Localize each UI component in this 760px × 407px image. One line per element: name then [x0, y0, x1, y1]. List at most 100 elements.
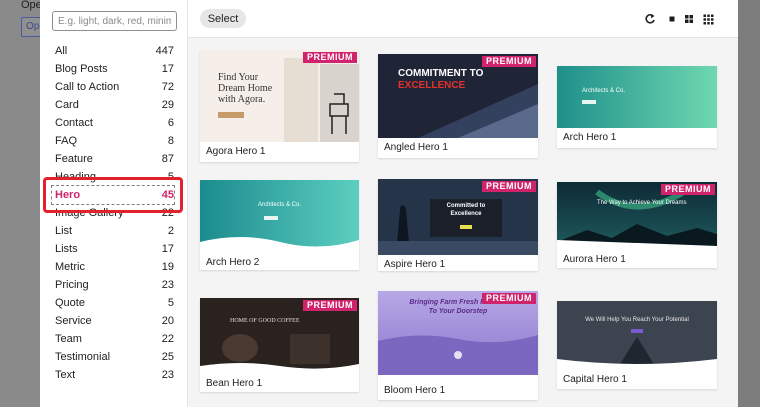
- category-label: Hero: [55, 189, 81, 201]
- card-title: Arch Hero 1: [563, 132, 617, 143]
- category-label: Testimonial: [55, 351, 111, 363]
- agora-photo-panel: [284, 58, 318, 142]
- aspire-hero-thumbnail: Committed to Excellence PREMIUM: [378, 179, 538, 255]
- category-count: 20: [161, 315, 174, 327]
- category-feature[interactable]: Feature 87: [46, 150, 180, 168]
- category-count: 22: [161, 333, 174, 345]
- arch-2-cta-shape: [264, 216, 278, 220]
- pattern-card-aspire-hero-1[interactable]: Committed to Excellence PREMIUM Aspire H…: [378, 179, 538, 271]
- category-label: Image Gallery: [55, 207, 124, 219]
- search-input[interactable]: [52, 11, 177, 31]
- bloom-headline-2: To Your Doorstep: [428, 308, 488, 315]
- category-count: 25: [161, 351, 174, 363]
- arch-2-wave-shape: [200, 237, 359, 252]
- category-label: Contact: [55, 117, 93, 129]
- category-count: 17: [161, 243, 174, 255]
- agora-hero-thumbnail: Find Your Dream Home with Agora. PREMIUM: [200, 50, 359, 142]
- category-card[interactable]: Card 29: [46, 96, 180, 114]
- aspire-cta-shape: [460, 225, 472, 229]
- premium-badge: PREMIUM: [482, 56, 536, 67]
- pattern-card-bloom-hero-1[interactable]: Bringing Farm Fresh Flowers To Your Door…: [378, 291, 538, 400]
- category-service[interactable]: Service 20: [46, 312, 180, 330]
- category-list: All 447 Blog Posts 17 Call to Action 72 Car…: [46, 42, 180, 384]
- category-count: 447: [155, 45, 174, 57]
- agora-headline-line3: with Agora.: [218, 94, 266, 105]
- category-blog-posts[interactable]: Blog Posts 17: [46, 60, 180, 78]
- category-count: 2: [167, 225, 174, 237]
- category-count: 5: [167, 297, 174, 309]
- category-call-to-action[interactable]: Call to Action 72: [46, 78, 180, 96]
- angled-hero-thumbnail: COMMITMENT TO EXCELLENCE PREMIUM: [378, 54, 538, 138]
- aspire-text-box: Committed to Excellence: [430, 199, 502, 237]
- category-count: 8: [167, 135, 174, 147]
- background-button[interactable]: Op: [21, 17, 41, 37]
- category-count: 19: [161, 261, 174, 273]
- card-title: Capital Hero 1: [563, 374, 627, 385]
- card-title: Arch Hero 2: [206, 257, 260, 268]
- card-title: Angled Hero 1: [384, 142, 448, 153]
- aspire-headline-2: Excellence: [450, 211, 482, 217]
- select-button[interactable]: Select: [200, 9, 246, 28]
- agora-headline: Find Your Dream Home with Agora.: [218, 72, 272, 105]
- category-metric[interactable]: Metric 19: [46, 258, 180, 276]
- category-sidebar: All 447 Blog Posts 17 Call to Action 72 Car…: [40, 0, 188, 407]
- premium-badge: PREMIUM: [482, 181, 536, 192]
- aspire-headline-1: Committed to: [446, 203, 486, 209]
- category-all[interactable]: All 447: [46, 42, 180, 60]
- category-count: 22: [161, 207, 174, 219]
- category-lists[interactable]: Lists 17: [46, 240, 180, 258]
- pattern-card-angled-hero-1[interactable]: COMMITMENT TO EXCELLENCE PREMIUM Angled …: [378, 54, 538, 158]
- premium-badge: PREMIUM: [661, 184, 715, 195]
- category-label: List: [55, 225, 73, 237]
- category-list[interactable]: List 2: [46, 222, 180, 240]
- category-text[interactable]: Text 23: [46, 366, 180, 384]
- card-title: Agora Hero 1: [206, 146, 266, 157]
- card-title: Bloom Hero 1: [384, 385, 446, 396]
- pattern-card-aurora-hero-1[interactable]: The Way to Achieve Your Dreams PREMIUM A…: [557, 182, 717, 268]
- category-quote[interactable]: Quote 5: [46, 294, 180, 312]
- grid-small-icon[interactable]: [665, 12, 679, 26]
- card-title: Aspire Hero 1: [384, 259, 446, 270]
- category-label: Card: [55, 99, 79, 111]
- category-count: 72: [161, 81, 174, 93]
- arch-2-hero-thumbnail: Architects & Co.: [200, 180, 359, 252]
- bean-headline: HOME OF GOOD COFFEE: [230, 318, 300, 324]
- grid-large-icon[interactable]: [701, 12, 715, 26]
- category-pricing[interactable]: Pricing 23: [46, 276, 180, 294]
- category-label: Feature: [55, 153, 93, 165]
- arch-2-headline: Architects & Co.: [258, 202, 302, 208]
- pattern-card-bean-hero-1[interactable]: HOME OF GOOD COFFEE PREMIUM Bean Hero 1: [200, 298, 359, 392]
- pattern-card-arch-hero-2[interactable]: Architects & Co. Arch Hero 2: [200, 180, 359, 270]
- angled-headline-1: COMMITMENT TO: [398, 68, 484, 79]
- grid-medium-icon[interactable]: [682, 12, 696, 26]
- aurora-wave-shape: [557, 240, 717, 248]
- category-faq[interactable]: FAQ 8: [46, 132, 180, 150]
- category-testimonial[interactable]: Testimonial 25: [46, 348, 180, 366]
- arch-hero-thumbnail: Architects & Co.: [557, 66, 717, 128]
- pattern-card-agora-hero-1[interactable]: Find Your Dream Home with Agora. PREMIUM…: [200, 50, 359, 162]
- category-heading[interactable]: Heading 5: [46, 168, 180, 186]
- pattern-card-capital-hero-1[interactable]: We Will Help You Reach Your Potential Ca…: [557, 301, 717, 389]
- agora-cta-shape: [218, 112, 244, 118]
- category-image-gallery[interactable]: Image Gallery 22: [46, 204, 180, 222]
- capital-hero-thumbnail: We Will Help You Reach Your Potential: [557, 301, 717, 369]
- pattern-card-arch-hero-1[interactable]: Architects & Co. Arch Hero 1: [557, 66, 717, 148]
- agora-headline-line2: Dream Home: [218, 83, 273, 94]
- refresh-icon[interactable]: [643, 12, 657, 26]
- category-label: Lists: [55, 243, 78, 255]
- category-count: 6: [167, 117, 174, 129]
- category-label: Service: [55, 315, 92, 327]
- category-hero[interactable]: Hero 45: [46, 186, 180, 204]
- pattern-library-modal: All 447 Blog Posts 17 Call to Action 72 Car…: [40, 0, 738, 407]
- background-label: Ope: [21, 0, 42, 11]
- category-label: Heading: [55, 171, 96, 183]
- category-label: Call to Action: [55, 81, 120, 93]
- category-team[interactable]: Team 22: [46, 330, 180, 348]
- aurora-hero-thumbnail: The Way to Achieve Your Dreams PREMIUM: [557, 182, 717, 248]
- category-count: 23: [161, 369, 174, 381]
- category-contact[interactable]: Contact 6: [46, 114, 180, 132]
- category-count: 45: [161, 189, 174, 201]
- premium-badge: PREMIUM: [482, 293, 536, 304]
- agora-chair-photo: [320, 64, 359, 142]
- capital-headline: We Will Help You Reach Your Potential: [585, 317, 689, 323]
